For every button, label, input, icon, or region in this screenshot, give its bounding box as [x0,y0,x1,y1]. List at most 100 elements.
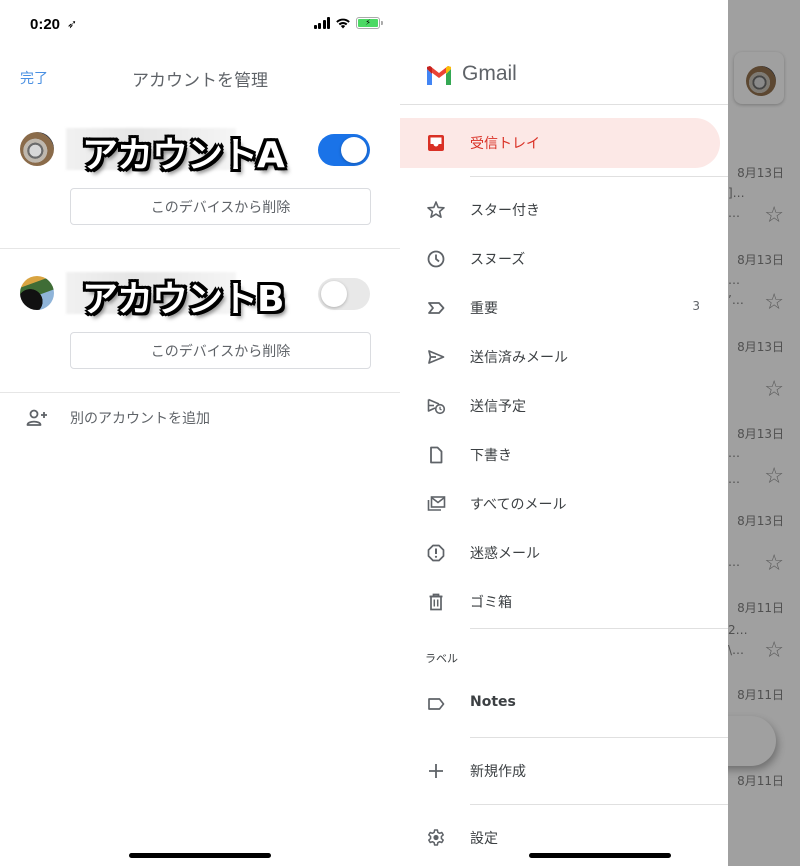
trash-icon [429,593,443,611]
person-add-icon [26,409,47,426]
label-icon [428,698,445,710]
email-snippet: ’… [728,293,744,307]
unread-count: 3 [692,299,700,313]
nav-item-spam[interactable]: 迷惑メール [400,529,728,577]
star-icon: ☆ [764,638,784,663]
email-date: 8月11日 [737,688,784,702]
nav-item-label: 下書き [470,448,512,464]
email-date: 8月11日 [737,774,784,788]
nav-item-trash[interactable]: ゴミ箱 [400,578,728,626]
star-icon: ☆ [764,290,784,315]
nav-item-important[interactable]: 重要 3 [400,284,728,332]
email-date: 8月13日 [737,340,784,354]
nav-bar: 完了 アカウントを管理 [0,60,400,96]
toggle-knob [321,281,347,307]
create-new-label-button[interactable]: 新規作成 [400,747,728,795]
nav-item-label: 受信トレイ [470,136,540,152]
email-snippet: \… [728,643,745,657]
remove-from-device-button[interactable]: このデバイスから削除 [70,188,371,225]
nav-item-label: 送信予定 [470,399,526,415]
scheduled-send-icon [427,398,446,415]
divider [470,737,728,738]
star-icon: ☆ [764,464,784,489]
location-arrow-icon: ➶ [67,17,78,31]
nav-item-label: スター付き [470,203,540,219]
nav-item-snoozed[interactable]: スヌーズ [400,235,728,283]
nav-item-sent[interactable]: 送信済みメール [400,333,728,381]
gear-icon [428,829,444,846]
send-icon [428,350,445,364]
inbox-icon [428,135,444,151]
avatar [20,132,54,166]
divider [470,176,728,177]
status-time: 0:20 [30,16,61,33]
email-snippet: 2… [728,623,748,637]
page-title: アカウントを管理 [132,71,268,91]
nav-item-label-notes[interactable]: Notes [400,680,728,728]
background-inbox: 8月13日 ]… … ☆ 8月13日 … ’… ☆ 8月13日 ☆ 8月13日 … [718,0,800,866]
account-toggle[interactable] [318,134,370,166]
all-mail-icon [427,496,446,511]
clock-icon [427,250,445,268]
avatar [20,276,54,310]
account-avatar-button [734,52,784,104]
star-icon [427,201,445,218]
email-snippet: … [728,555,740,569]
email-date: 8月13日 [737,253,784,267]
account-manager-screen: 0:20 ➶ ⚡ 完了 アカウントを管理 アカウントA このデバイスから削除 ア… [0,0,400,866]
nav-item-label: スヌーズ [470,252,526,268]
divider [470,804,728,805]
nav-item-all-mail[interactable]: すべてのメール [400,480,728,528]
important-icon [428,302,445,314]
nav-item-label: Notes [470,694,516,710]
nav-item-drafts[interactable]: 下書き [400,431,728,479]
account-overlay-label: アカウントB [82,279,284,320]
draft-icon [430,446,443,464]
nav-item-label: すべてのメール [470,497,567,513]
email-snippet: … [728,446,740,460]
navigation-drawer: Gmail 受信トレイ スター付き スヌーズ 重要 3 送信済みメール 送信予定… [400,0,728,866]
account-overlay-label: アカウントA [82,135,285,176]
email-date: 8月13日 [737,166,784,180]
nav-item-label: 新規作成 [470,764,526,780]
nav-item-inbox[interactable]: 受信トレイ [400,118,728,168]
status-bar: 0:20 ➶ ⚡ [0,0,400,50]
labels-heading: ラベル [425,652,458,665]
account-row-a: アカウントA このデバイスから削除 [0,120,400,248]
email-date: 8月11日 [737,601,784,615]
gmail-logo-icon [427,66,451,85]
plus-icon [429,764,443,778]
home-indicator [129,853,271,858]
star-icon: ☆ [764,377,784,402]
gmail-drawer-screen: 8月13日 ]… … ☆ 8月13日 … ’… ☆ 8月13日 ☆ 8月13日 … [400,0,800,866]
add-account-label: 別のアカウントを追加 [70,411,210,427]
email-date: 8月13日 [737,514,784,528]
add-account-button[interactable]: 別のアカウントを追加 [0,400,400,436]
email-snippet: … [728,472,740,486]
nav-item-label: 送信済みメール [470,350,568,366]
email-date: 8月13日 [737,427,784,441]
nav-item-label: 設定 [470,831,498,847]
drawer-header: Gmail [400,52,728,104]
cellular-signal-icon [313,17,330,29]
star-icon: ☆ [764,551,784,576]
battery-charging-icon: ⚡ [356,17,383,29]
nav-item-label: 重要 [470,301,498,317]
app-name: Gmail [462,62,517,85]
toggle-knob [341,137,367,163]
home-indicator [529,853,671,858]
star-icon: ☆ [764,203,784,228]
divider [0,248,400,249]
nav-item-scheduled[interactable]: 送信予定 [400,382,728,430]
nav-item-starred[interactable]: スター付き [400,186,728,234]
divider [400,104,728,105]
divider [0,392,400,393]
nav-item-label: 迷惑メール [470,546,540,562]
account-toggle[interactable] [318,278,370,310]
account-row-b: アカウントB このデバイスから削除 [0,264,400,392]
wifi-icon [336,18,350,29]
email-snippet: … [728,273,740,287]
remove-from-device-button[interactable]: このデバイスから削除 [70,332,371,369]
nav-item-label: ゴミ箱 [470,595,512,611]
spam-icon [427,544,445,562]
